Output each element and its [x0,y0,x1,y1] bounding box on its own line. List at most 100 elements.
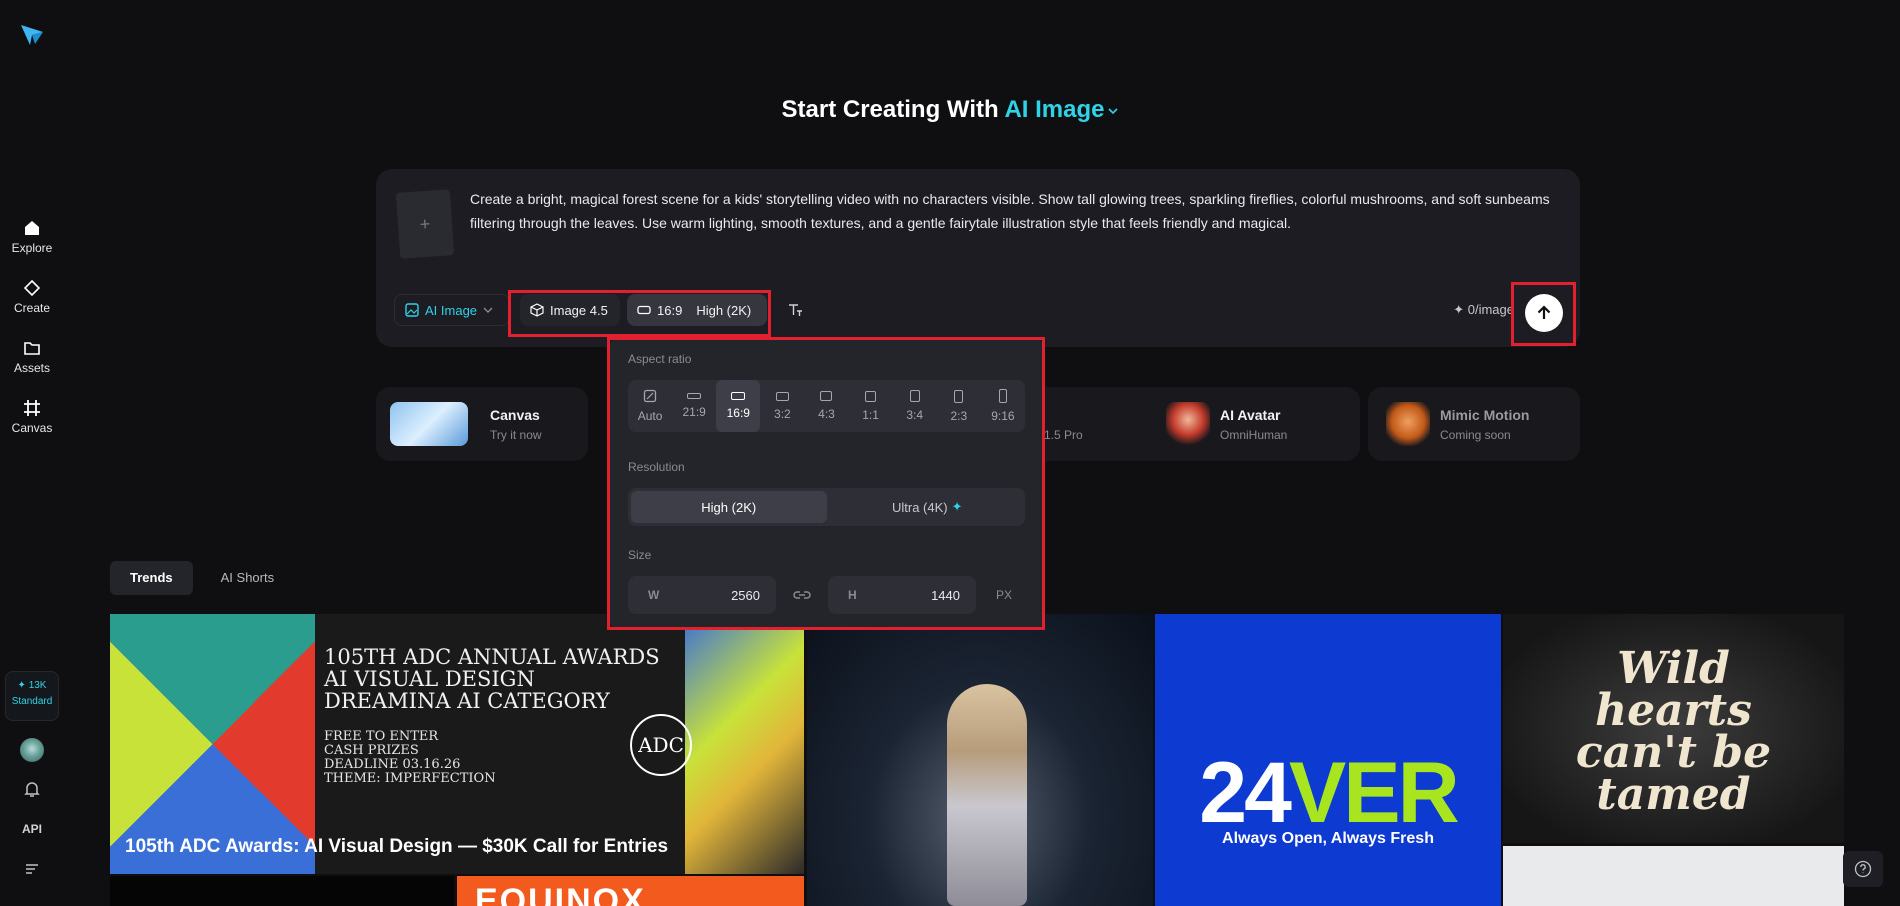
sparkle-icon: ✦ [17,680,26,691]
ratio-label: 16:9 [726,406,750,420]
link-icon[interactable] [792,586,812,604]
ratio-label: 1:1 [862,407,879,422]
resolution-options: High (2K) Ultra (4K) ✦ [628,488,1025,526]
resolution-option-high[interactable]: High (2K) [631,491,827,523]
gallery-tabs: Trends AI Shorts [110,561,294,595]
card-title: Canvas [490,407,540,423]
model-selector-button[interactable]: Image 4.5 [520,294,620,326]
mode-selector-button[interactable]: AI Image [394,294,510,326]
sidebar-item-canvas[interactable]: Canvas [0,399,64,435]
sidebar-item-label: Explore [11,241,53,255]
woman-figure-image [947,684,1027,906]
card-subtitle: Coming soon [1440,428,1511,442]
plus-icon: + [419,213,431,234]
ratio-shape-icon [775,391,789,401]
ratio-option-3-4[interactable]: 3:4 [893,380,937,432]
text-style-button[interactable] [780,294,810,326]
ratio-label: 21:9 [682,405,706,419]
home-icon [25,221,39,235]
width-input[interactable]: W 2560 [628,576,776,614]
mode-dropdown-label: AI Image [1004,96,1105,123]
equinox-text: EQUINOX [475,882,646,906]
ratio-shape-icon [820,391,833,401]
tab-trends[interactable]: Trends [110,561,193,595]
wild-hearts-text: Wild hearts can't be tamed [1575,643,1772,820]
prompt-composer: + Create a bright, magical forest scene … [376,169,1580,347]
plan-label: Standard [11,696,53,707]
resolution-option-ultra[interactable]: Ultra (4K) ✦ [830,488,1026,526]
gallery-item-equinox[interactable]: EQUINOX [457,876,804,906]
menu-icon[interactable] [22,859,42,879]
ratio-label: 4:3 [818,407,835,421]
api-link[interactable]: API [0,822,64,836]
ratio-option-16-9[interactable]: 16:9 [716,380,761,432]
gallery-item-dark[interactable] [110,876,454,906]
question-icon [1854,860,1872,878]
add-reference-button[interactable]: + [395,189,455,259]
ratio-option-4-3[interactable]: 4:3 [804,380,848,432]
arrow-up-icon [1537,305,1551,319]
mode-dropdown[interactable]: AI Image [1004,96,1119,123]
pixel-pattern-image [685,614,804,874]
cost-label: 0/image [1467,302,1514,317]
sidebar-item-label: Assets [13,361,50,375]
sidebar-item-assets[interactable]: Assets [0,339,64,375]
ratio-option-auto[interactable]: Auto [628,380,672,432]
sidebar-item-label: Create [13,301,51,315]
gallery-item-portrait[interactable] [807,614,1153,906]
width-label: W [648,588,660,602]
gallery-item-adc[interactable]: 105TH ADC ANNUAL AWARDS AI VISUAL DESIGN… [110,614,804,874]
card-subtitle: Try it now [490,428,542,442]
chevron-down-icon [1108,108,1119,114]
sparkle-icon: ✦ [951,499,963,514]
cost-indicator: ✦ 0/image [1453,302,1514,318]
page-title: Start Creating With AI Image [0,96,1900,124]
ratio-shape-icon [954,389,964,403]
geometric-pattern-image [110,614,315,874]
aspect-ratio-options: Auto 21:9 16:9 3:2 4:3 1:1 3:4 2:3 9:16 [628,380,1025,432]
avatar[interactable] [20,738,44,762]
gallery-item-24ver[interactable]: 24VER Always Open, Always Fresh [1155,614,1501,906]
ratio-shape-icon [909,390,920,402]
tab-ai-shorts[interactable]: AI Shorts [201,561,294,595]
sidebar-item-explore[interactable]: Explore [0,219,64,255]
24ver-logo: 24VER [1155,744,1501,843]
ratio-resolution-button[interactable]: 16:9 High (2K) [627,294,767,326]
adc-logo: ADC [630,714,692,776]
feature-card-mimic-motion[interactable]: Mimic Motion Coming soon [1368,387,1580,461]
ratio-label: 9:16 [991,409,1015,423]
folder-icon [24,342,40,355]
ratio-option-21-9[interactable]: 21:9 [672,380,716,432]
sidebar-item-create[interactable]: Create [0,279,64,315]
credits-badge[interactable]: ✦ 13K Standard [5,671,59,721]
gallery: 105TH ADC ANNUAL AWARDS AI VISUAL DESIGN… [110,614,1844,906]
ratio-label: 2:3 [950,408,968,423]
24ver-word: VER [1288,745,1460,841]
height-value: 1440 [931,587,960,603]
pegasus-image [390,402,468,446]
cube-icon [530,303,544,317]
generate-button[interactable] [1525,294,1563,332]
gallery-item-wild-hearts[interactable]: Wild hearts can't be tamed [1503,614,1844,843]
dreamina-logo-icon[interactable] [18,20,46,48]
feature-card-ai-avatar[interactable]: AI Avatar OmniHuman [1148,387,1360,461]
ratio-option-2-3[interactable]: 2:3 [937,380,981,432]
ratio-option-9-16[interactable]: 9:16 [981,380,1025,432]
ratio-option-3-2[interactable]: 3:2 [760,380,804,432]
bell-icon[interactable] [22,779,42,799]
prompt-input[interactable]: Create a bright, magical forest scene fo… [470,187,1560,235]
unit-label: PX [996,588,1013,602]
ratio-option-1-1[interactable]: 1:1 [849,380,893,432]
feature-card-canvas[interactable]: Canvas Try it now [376,387,588,461]
height-label: H [848,588,857,602]
help-button[interactable] [1843,851,1883,887]
avatar-image [1166,402,1210,446]
aspect-ratio-icon [637,305,651,315]
gallery-item-light[interactable] [1503,846,1844,906]
chevron-down-icon [483,307,493,313]
card-title: Mimic Motion [1440,407,1530,423]
ratio-shape-icon [865,390,877,402]
height-input[interactable]: H 1440 [828,576,976,614]
diamond-icon [23,279,41,297]
resolution-title: Resolution [628,460,685,474]
